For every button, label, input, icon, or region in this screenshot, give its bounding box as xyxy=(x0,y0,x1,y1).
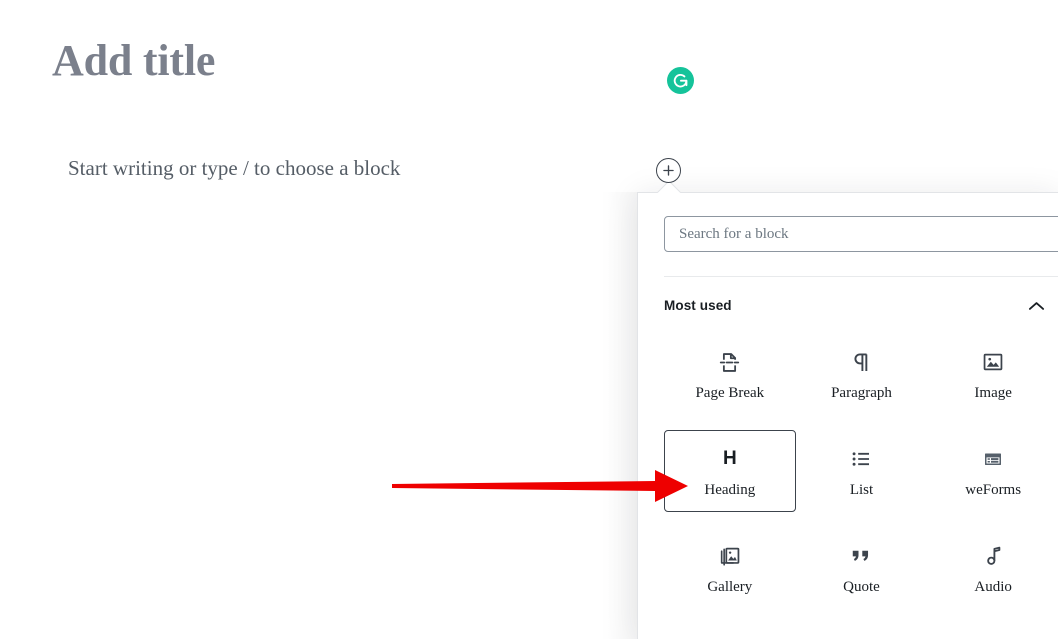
block-item-label: Audio xyxy=(974,579,1012,595)
search-input[interactable] xyxy=(664,216,1058,252)
block-item-page-break[interactable]: Page Break xyxy=(664,333,796,415)
add-block-button[interactable] xyxy=(656,158,681,183)
block-item-label: Heading xyxy=(704,482,756,498)
block-item-label: Paragraph xyxy=(831,385,892,401)
weforms-icon xyxy=(981,443,1005,475)
block-item-audio[interactable]: Audio xyxy=(927,527,1058,609)
block-type-grid: Page Break Paragraph Image H Heading Lis… xyxy=(664,333,1058,609)
empty-block-placeholder[interactable]: Start writing or type / to choose a bloc… xyxy=(68,153,400,183)
list-icon xyxy=(848,443,874,475)
block-item-paragraph[interactable]: Paragraph xyxy=(796,333,928,415)
block-item-label: Gallery xyxy=(707,579,753,595)
quote-icon xyxy=(848,540,874,572)
audio-icon xyxy=(980,540,1006,572)
post-title-placeholder[interactable]: Add title xyxy=(52,32,215,90)
block-item-label: Image xyxy=(974,385,1012,401)
heading-icon: H xyxy=(722,448,737,469)
block-item-label: Page Break xyxy=(695,385,765,401)
block-item-list[interactable]: List xyxy=(796,430,928,512)
panel-divider xyxy=(664,276,1058,277)
block-item-label: weForms xyxy=(965,482,1022,498)
popover-shadow xyxy=(601,192,637,639)
page-break-icon xyxy=(716,346,743,378)
category-header-most-used[interactable]: Most used xyxy=(664,285,1058,326)
chevron-up-icon[interactable] xyxy=(1028,301,1045,311)
block-item-image[interactable]: Image xyxy=(927,333,1058,415)
block-search-field xyxy=(664,216,1058,252)
editor-canvas: Add title Start writing or type / to cho… xyxy=(0,0,1058,639)
image-icon xyxy=(980,346,1006,378)
category-title: Most used xyxy=(664,298,732,313)
grammarly-badge-icon[interactable] xyxy=(667,67,694,94)
block-item-weforms[interactable]: weForms xyxy=(927,430,1058,512)
paragraph-icon xyxy=(848,346,875,378)
block-item-label: Quote xyxy=(843,579,880,595)
plus-icon xyxy=(663,165,674,176)
block-item-label: List xyxy=(849,482,874,498)
block-item-gallery[interactable]: Gallery xyxy=(664,527,796,609)
block-inserter-popover: Most used Page Break xyxy=(637,192,1058,639)
block-item-quote[interactable]: Quote xyxy=(796,527,928,609)
grammarly-g-glyph xyxy=(673,73,688,88)
gallery-icon xyxy=(717,540,743,572)
block-item-heading[interactable]: H Heading xyxy=(664,430,796,512)
